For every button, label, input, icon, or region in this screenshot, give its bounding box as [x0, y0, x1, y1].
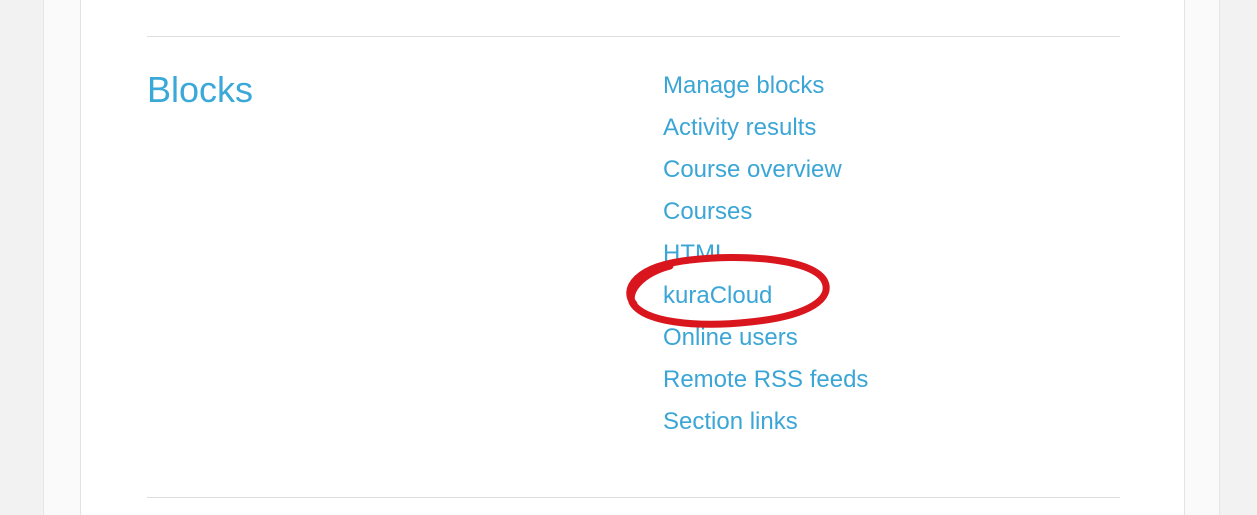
section-heading-blocks: Blocks: [147, 69, 254, 110]
bottom-divider: [147, 497, 1120, 498]
link-activity-results[interactable]: Activity results: [663, 114, 816, 141]
link-manage-blocks[interactable]: Manage blocks: [663, 72, 824, 99]
link-course-overview[interactable]: Course overview: [663, 156, 842, 183]
list-item: Activity results: [663, 112, 868, 154]
list-item: Online users: [663, 322, 868, 364]
link-remote-rss-feeds[interactable]: Remote RSS feeds: [663, 366, 868, 393]
list-item: Course overview: [663, 154, 868, 196]
list-item: Manage blocks: [663, 70, 868, 112]
link-section-links[interactable]: Section links: [663, 408, 798, 435]
link-kuracloud[interactable]: kuraCloud: [663, 282, 772, 309]
list-item: HTML: [663, 238, 868, 280]
list-item: Section links: [663, 406, 868, 448]
link-online-users[interactable]: Online users: [663, 324, 798, 351]
list-item: Remote RSS feeds: [663, 364, 868, 406]
top-divider: [147, 36, 1120, 37]
link-courses[interactable]: Courses: [663, 198, 752, 225]
list-item: Courses: [663, 196, 868, 238]
link-html[interactable]: HTML: [663, 240, 728, 267]
blocks-link-list: Manage blocks Activity results Course ov…: [663, 70, 868, 448]
list-item: kuraCloud: [663, 280, 868, 322]
